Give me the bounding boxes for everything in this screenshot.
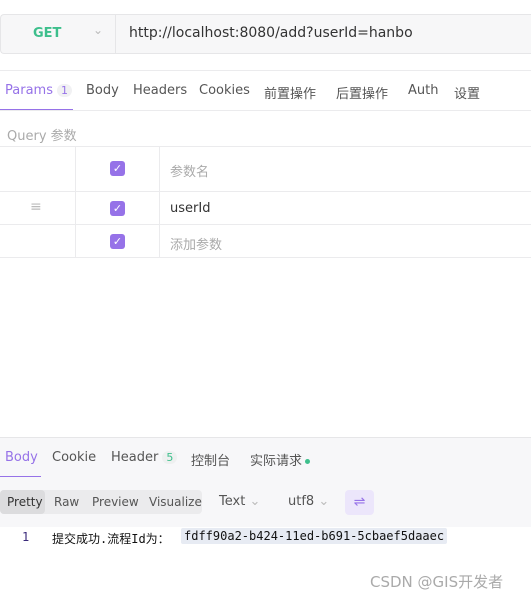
tab-label: Params <box>5 83 53 98</box>
url-input[interactable]: http://localhost:8080/add?userId=hanbo <box>129 25 413 41</box>
add-param-input[interactable]: 添加参数 <box>170 234 222 253</box>
table-border <box>0 224 531 225</box>
tab-params[interactable]: Params 1 <box>5 83 72 98</box>
response-text: 提交成功.流程Id为： <box>52 532 170 546</box>
table-border <box>0 146 531 147</box>
chevron-down-icon[interactable]: ⌄ <box>93 23 103 37</box>
tab-post-ops[interactable]: 后置操作 <box>336 83 388 102</box>
encoding-value: utf8 <box>288 494 315 509</box>
response-tab-console[interactable]: 控制台 <box>191 450 230 469</box>
response-tab-header[interactable]: Header 5 <box>111 450 178 465</box>
chevron-down-icon: ⌄ <box>318 494 330 509</box>
param-name-input[interactable]: userId <box>170 201 210 216</box>
chevron-down-icon: ⌄ <box>249 494 261 509</box>
param-checkbox[interactable]: ✓ <box>110 201 125 216</box>
url-bar: GET ⌄ http://localhost:8080/add?userId=h… <box>0 14 531 54</box>
table-border <box>0 257 531 258</box>
view-raw[interactable]: Raw <box>47 490 86 514</box>
tab-headers[interactable]: Headers <box>133 83 187 98</box>
divider <box>0 110 531 111</box>
response-tab-body[interactable]: Body <box>5 450 38 465</box>
view-preview[interactable]: Preview <box>85 490 146 514</box>
column-divider <box>159 146 160 257</box>
select-all-checkbox[interactable]: ✓ <box>110 161 125 176</box>
column-divider <box>75 146 76 257</box>
encoding-select[interactable]: utf8 ⌄ <box>288 494 329 509</box>
word-wrap-icon[interactable]: ⇌ <box>345 490 374 515</box>
divider <box>0 70 531 71</box>
header-count-badge: 5 <box>162 451 178 464</box>
tab-auth[interactable]: Auth <box>408 83 438 98</box>
tab-settings[interactable]: 设置 <box>454 83 480 102</box>
watermark: CSDN @GIS开发者 <box>370 573 504 591</box>
tab-cookies[interactable]: Cookies <box>199 83 250 98</box>
tab-body[interactable]: Body <box>86 83 119 98</box>
drag-handle-icon[interactable]: ≡ <box>30 199 42 215</box>
format-value: Text <box>219 494 246 509</box>
method-select[interactable]: GET <box>33 26 61 41</box>
response-tab-actual-request[interactable]: 实际请求 <box>250 450 311 469</box>
view-pretty[interactable]: Pretty <box>0 490 45 514</box>
params-count-badge: 1 <box>56 84 72 97</box>
process-id-highlight: fdff90a2-b424-11ed-b691-5cbaef5daaec <box>181 528 448 544</box>
param-checkbox[interactable]: ✓ <box>110 234 125 249</box>
divider <box>115 15 116 53</box>
view-mode-segmented: Pretty Raw Preview Visualize <box>0 490 202 514</box>
tab-label: 实际请求 <box>250 454 303 469</box>
format-select[interactable]: Text ⌄ <box>219 494 260 509</box>
param-name-header: 参数名 <box>170 165 210 180</box>
section-label: Query 参数 <box>7 129 77 144</box>
view-visualize[interactable]: Visualize <box>142 490 209 514</box>
table-border <box>0 191 531 192</box>
tab-label: Header <box>111 450 159 465</box>
response-tab-cookie[interactable]: Cookie <box>52 450 96 465</box>
tab-pre-ops[interactable]: 前置操作 <box>264 83 316 102</box>
line-number: 1 <box>22 530 30 544</box>
status-dot-icon <box>305 459 311 464</box>
